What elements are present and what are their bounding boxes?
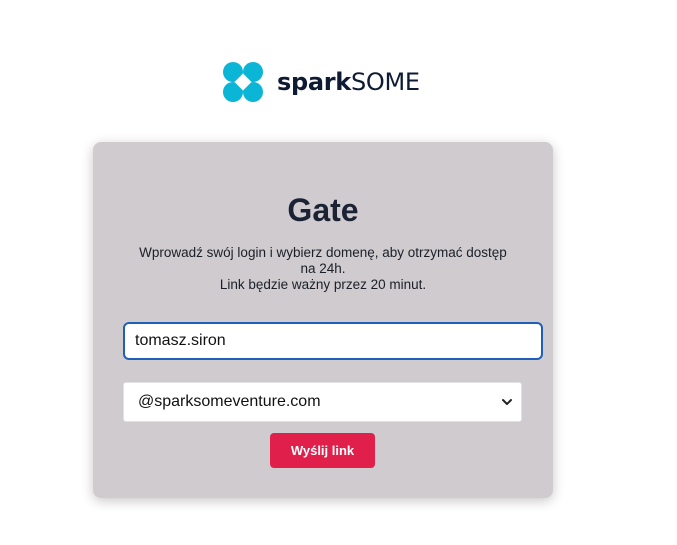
sparksome-logo-icon [223, 62, 263, 102]
chevron-down-icon [502, 399, 512, 405]
login-input[interactable] [123, 322, 543, 360]
description-line: Wprowadź swój login i wybierz domenę, ab… [139, 245, 507, 260]
send-link-button[interactable]: Wyślij link [270, 433, 375, 468]
brand-name-bold: spark [277, 68, 351, 96]
description-line: na 24h. [300, 261, 346, 276]
logo: sparkSOME [222, 61, 420, 103]
domain-select[interactable]: @sparksomeventure.com [123, 382, 522, 422]
page-title: Gate [287, 192, 359, 228]
description-line: Link będzie ważny przez 20 minut. [219, 277, 427, 292]
brand-name-regular: SOME [350, 68, 420, 96]
description: Wprowadź swój login i wybierz domenę, ab… [123, 245, 523, 293]
gate-card: Gate Wprowadź swój login i wybierz domen… [93, 142, 553, 498]
domain-select-value: @sparksomeventure.com [138, 393, 321, 410]
brand-name: sparkSOME [277, 68, 420, 96]
